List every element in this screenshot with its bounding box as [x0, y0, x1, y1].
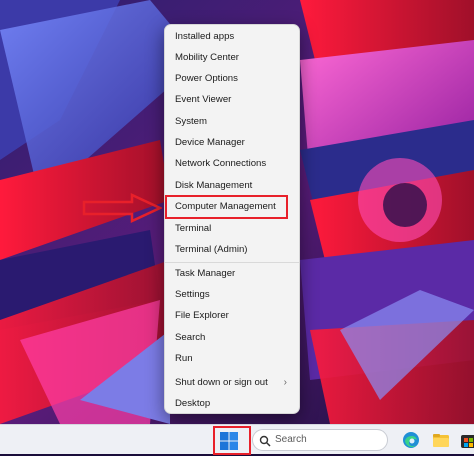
- menu-item-system[interactable]: System: [169, 112, 295, 132]
- winx-context-menu: Installed apps Mobility Center Power Opt…: [164, 24, 300, 414]
- file-explorer-icon[interactable]: [432, 431, 450, 449]
- menu-separator: [165, 262, 299, 263]
- store-icon[interactable]: [460, 431, 474, 449]
- annotation-highlight-box: [165, 195, 288, 219]
- menu-item-settings[interactable]: Settings: [169, 285, 295, 305]
- menu-item-terminal[interactable]: Terminal: [169, 219, 295, 239]
- search-placeholder: Search: [275, 434, 307, 445]
- chevron-right-icon: ›: [283, 377, 287, 388]
- menu-item-disk-management[interactable]: Disk Management: [169, 176, 295, 196]
- search-icon: [259, 434, 271, 452]
- menu-item-mobility-center[interactable]: Mobility Center: [169, 48, 295, 68]
- menu-item-run[interactable]: Run: [169, 349, 295, 369]
- menu-item-installed-apps[interactable]: Installed apps: [169, 27, 295, 47]
- menu-item-event-viewer[interactable]: Event Viewer: [169, 90, 295, 110]
- menu-item-shut-down-sign-out[interactable]: Shut down or sign out ›: [169, 373, 295, 393]
- edge-browser-icon[interactable]: [402, 431, 420, 449]
- menu-item-file-explorer[interactable]: File Explorer: [169, 306, 295, 326]
- menu-item-desktop[interactable]: Desktop: [169, 394, 295, 414]
- menu-item-power-options[interactable]: Power Options: [169, 69, 295, 89]
- annotation-arrow-icon: [82, 193, 163, 228]
- annotation-start-highlight: [213, 426, 251, 455]
- menu-item-task-manager[interactable]: Task Manager: [169, 264, 295, 284]
- menu-item-label: Shut down or sign out: [175, 377, 268, 388]
- menu-item-device-manager[interactable]: Device Manager: [169, 133, 295, 153]
- taskbar: Search: [0, 424, 474, 455]
- menu-item-terminal-admin[interactable]: Terminal (Admin): [169, 240, 295, 260]
- menu-item-search[interactable]: Search: [169, 328, 295, 348]
- taskbar-search-box[interactable]: Search: [252, 429, 388, 451]
- menu-item-network-connections[interactable]: Network Connections: [169, 154, 295, 174]
